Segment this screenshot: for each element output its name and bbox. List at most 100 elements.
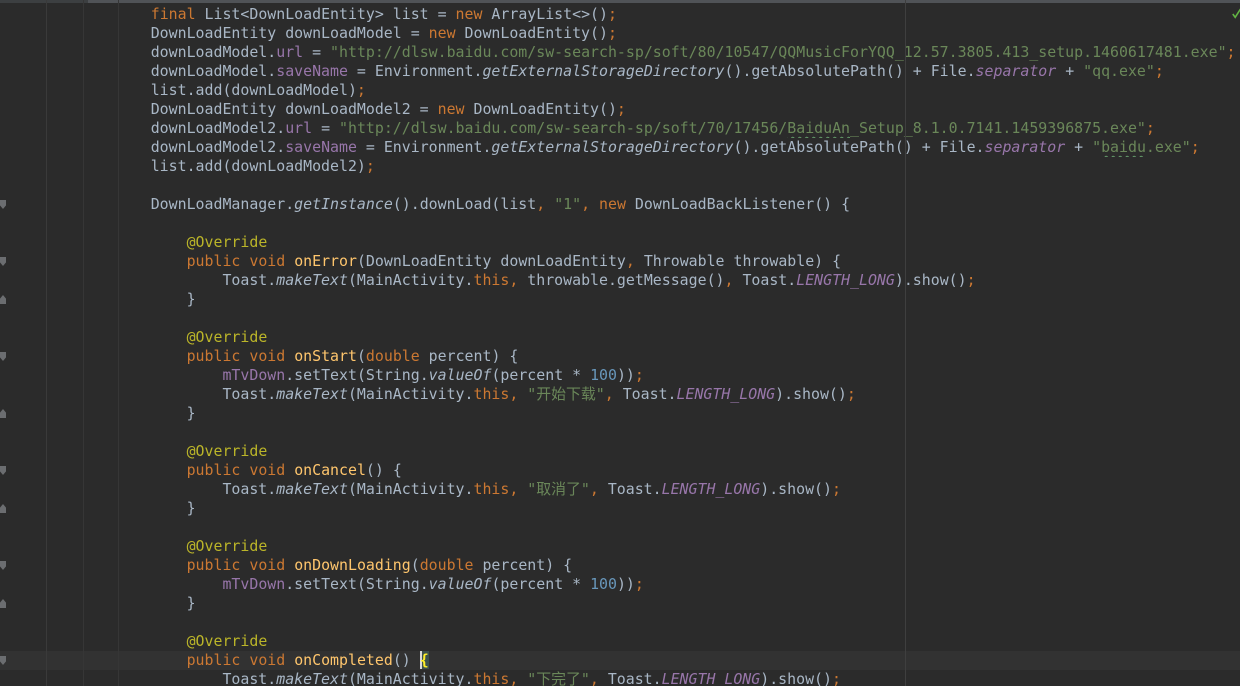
code-line[interactable]: public void onError(DownLoadEntity downL…	[0, 252, 1240, 271]
plain-token[interactable]: }	[79, 594, 196, 612]
static-method-token[interactable]: makeText	[276, 271, 348, 289]
method-name-token[interactable]: onCancel	[294, 461, 366, 479]
plain-token[interactable]	[79, 252, 187, 270]
keyword-token[interactable]: this,	[473, 670, 518, 686]
plain-token[interactable]: downLoadModel2.	[79, 138, 285, 156]
code-line[interactable]: final List<DownLoadEntity> list = new Ar…	[0, 5, 1240, 24]
code-text[interactable]: Toast.makeText(MainActivity.this, throwa…	[79, 271, 1240, 290]
code-text[interactable]: public void onCompleted() {	[79, 651, 1240, 670]
fold-start-icon[interactable]	[0, 466, 6, 475]
code-line[interactable]: Toast.makeText(MainActivity.this, "开始下载"…	[0, 385, 1240, 404]
keyword-token[interactable]: public void	[187, 252, 286, 270]
number-token[interactable]: 100	[590, 366, 617, 384]
code-line-current[interactable]: public void onCompleted() {	[0, 651, 1240, 670]
code-line[interactable]: public void onCancel() {	[0, 461, 1240, 480]
plain-token[interactable]	[285, 347, 294, 365]
static-method-token[interactable]: makeText	[276, 480, 348, 498]
code-text[interactable]: downLoadModel2.saveName = Environment.ge…	[79, 138, 1240, 157]
keyword-token[interactable]: public void	[187, 556, 286, 574]
field-token[interactable]: saveName	[285, 138, 357, 156]
static-field-token[interactable]: separator	[985, 138, 1066, 156]
plain-token[interactable]	[79, 366, 222, 384]
keyword-token[interactable]: ,	[536, 195, 545, 213]
keyword-token[interactable]: ;	[832, 480, 841, 498]
plain-token[interactable]: +	[1065, 138, 1092, 156]
keyword-token[interactable]: this,	[473, 480, 518, 498]
plain-token[interactable]: = Environment.	[348, 62, 483, 80]
code-text[interactable]: }	[79, 290, 1240, 309]
plain-token[interactable]: Toast.	[79, 271, 276, 289]
static-method-token[interactable]: getExternalStorageDirectory	[491, 138, 733, 156]
plain-token[interactable]: ).show()	[895, 271, 967, 289]
code-line[interactable]: @Override	[0, 537, 1240, 556]
field-token[interactable]: saveName	[276, 62, 348, 80]
code-line[interactable]: list.add(downLoadModel);	[0, 81, 1240, 100]
plain-token[interactable]	[79, 651, 187, 669]
string-token[interactable]: "下完了"	[527, 670, 590, 686]
plain-token[interactable]: Toast.	[599, 480, 662, 498]
keyword-token[interactable]: ;	[1227, 43, 1236, 61]
plain-token[interactable]	[79, 233, 187, 251]
field-token[interactable]: url	[285, 119, 312, 137]
fold-end-icon[interactable]	[0, 504, 6, 513]
plain-token[interactable]: (	[411, 556, 420, 574]
plain-token[interactable]: ).show()	[760, 480, 832, 498]
fold-start-icon[interactable]	[0, 257, 6, 266]
code-line[interactable]: mTvDown.setText(String.valueOf(percent *…	[0, 366, 1240, 385]
plain-token[interactable]	[79, 556, 187, 574]
plain-token[interactable]	[285, 252, 294, 270]
plain-token[interactable]: (	[357, 347, 366, 365]
code-line[interactable]: @Override	[0, 442, 1240, 461]
string-typo-token[interactable]: baidu	[1101, 138, 1146, 156]
static-method-token[interactable]: getExternalStorageDirectory	[482, 62, 724, 80]
string-token[interactable]: "开始下载"	[527, 385, 605, 403]
code-line[interactable]: }	[0, 594, 1240, 613]
keyword-token[interactable]: ;	[847, 385, 856, 403]
plain-token[interactable]: ))	[617, 366, 635, 384]
code-text[interactable]: @Override	[79, 233, 1240, 252]
string-token[interactable]: "取消了"	[527, 480, 590, 498]
plain-token[interactable]: () {	[366, 461, 402, 479]
keyword-token[interactable]: ;	[608, 5, 617, 23]
plain-token[interactable]: (percent *	[491, 575, 590, 593]
plain-token[interactable]: DownLoadEntity()	[456, 24, 608, 42]
keyword-token[interactable]: this,	[473, 271, 518, 289]
plain-token[interactable]: }	[79, 404, 196, 422]
code-line[interactable]: downLoadModel2.saveName = Environment.ge…	[0, 138, 1240, 157]
code-line[interactable]	[0, 423, 1240, 442]
plain-token[interactable]: ().downLoad(list	[393, 195, 536, 213]
keyword-token[interactable]: ;	[366, 157, 375, 175]
keyword-token[interactable]: public void	[187, 461, 286, 479]
plain-token[interactable]: Toast.	[733, 271, 796, 289]
plain-token[interactable]	[79, 537, 187, 555]
code-text[interactable]: public void onStart(double percent) {	[79, 347, 1240, 366]
string-token[interactable]: "1"	[554, 195, 581, 213]
plain-token[interactable]: Toast.	[79, 480, 276, 498]
plain-token[interactable]	[79, 328, 187, 346]
code-line[interactable]: @Override	[0, 632, 1240, 651]
plain-token[interactable]: (MainActivity.	[348, 385, 474, 403]
code-line[interactable]: DownLoadManager.getInstance().downLoad(l…	[0, 195, 1240, 214]
plain-token[interactable]: Toast.	[79, 385, 276, 403]
annotation-token[interactable]: @Override	[187, 328, 268, 346]
code-text[interactable]	[79, 309, 1240, 328]
code-editor[interactable]: final List<DownLoadEntity> list = new Ar…	[0, 0, 1240, 686]
plain-token[interactable]: ).show()	[760, 670, 832, 686]
annotation-token[interactable]: @Override	[187, 442, 268, 460]
number-token[interactable]: 100	[590, 575, 617, 593]
code-line[interactable]: @Override	[0, 328, 1240, 347]
code-text[interactable]: list.add(downLoadModel2);	[79, 157, 1240, 176]
plain-token[interactable]: DownLoadEntity downLoadModel =	[79, 24, 429, 42]
plain-token[interactable]: =	[312, 119, 339, 137]
plain-token[interactable]: list.add(downLoadModel)	[79, 81, 357, 99]
plain-token[interactable]: +	[1056, 62, 1083, 80]
method-name-token[interactable]: onStart	[294, 347, 357, 365]
fold-start-icon[interactable]	[0, 200, 6, 209]
static-method-token[interactable]: valueOf	[429, 366, 492, 384]
code-text[interactable]: Toast.makeText(MainActivity.this, "下完了",…	[79, 670, 1240, 686]
plain-token[interactable]: DownLoadEntity downLoadModel2 =	[79, 100, 438, 118]
plain-token[interactable]: ))	[617, 575, 635, 593]
keyword-token[interactable]: ,	[605, 385, 614, 403]
keyword-token[interactable]: final	[151, 5, 196, 23]
string-token[interactable]: "http://dlsw.baidu.com/sw-search-sp/soft…	[339, 119, 787, 137]
